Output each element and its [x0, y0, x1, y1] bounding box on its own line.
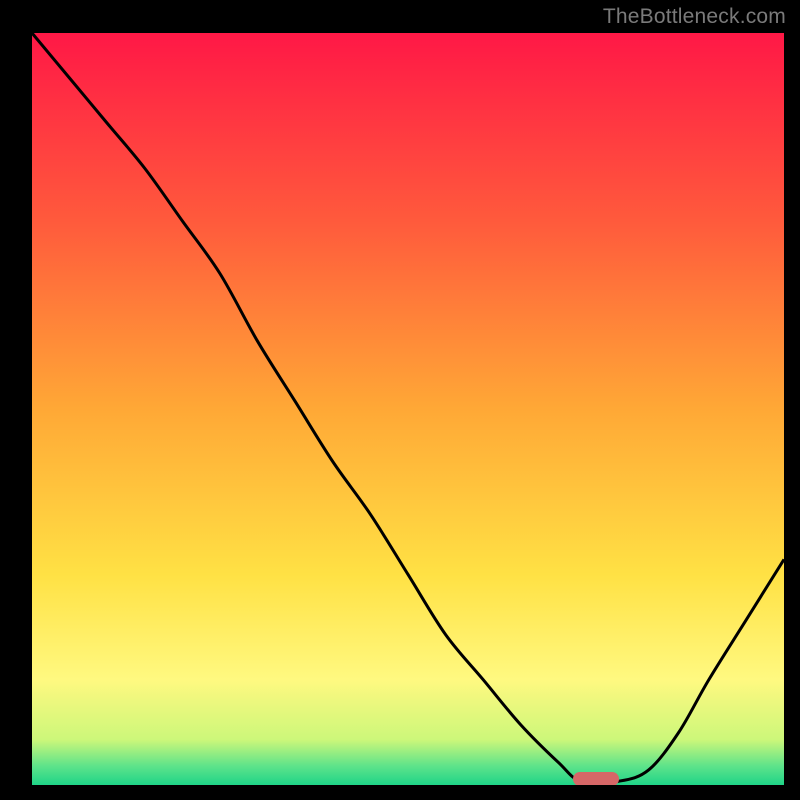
optimal-marker	[573, 772, 619, 786]
chart-container: TheBottleneck.com	[0, 0, 800, 800]
watermark-label: TheBottleneck.com	[603, 5, 786, 29]
bottleneck-chart	[0, 0, 800, 800]
gradient-background	[32, 33, 784, 785]
